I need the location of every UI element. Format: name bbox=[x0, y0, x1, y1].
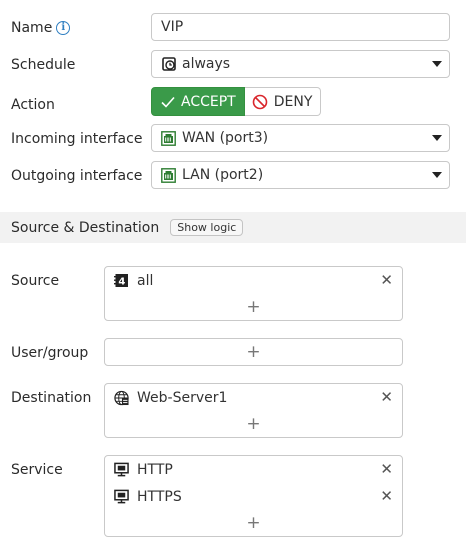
name-label: Name i bbox=[11, 19, 71, 37]
service-item: HTTP ✕ bbox=[105, 456, 402, 483]
chevron-down-icon bbox=[432, 135, 442, 141]
incoming-interface-label: Incoming interface bbox=[11, 131, 143, 147]
remove-icon[interactable]: ✕ bbox=[380, 390, 393, 405]
virtual-ip-icon bbox=[114, 390, 129, 405]
source-field: 4 all ✕ + bbox=[104, 266, 403, 321]
network-port-icon bbox=[161, 167, 176, 183]
outgoing-interface-select[interactable]: LAN (port2) bbox=[151, 161, 450, 189]
action-toggle: ACCEPT DENY bbox=[151, 87, 322, 116]
destination-label: Destination bbox=[11, 390, 92, 406]
source-item: 4 all ✕ bbox=[105, 267, 402, 294]
show-logic-button[interactable]: Show logic bbox=[170, 219, 244, 236]
service-icon bbox=[114, 462, 129, 477]
section-title: Source & Destination bbox=[11, 219, 160, 236]
service-item: HTTPS ✕ bbox=[105, 483, 402, 510]
svg-text:4: 4 bbox=[118, 277, 125, 288]
outgoing-interface-label: Outgoing interface bbox=[11, 168, 143, 184]
action-label: Action bbox=[11, 97, 55, 113]
add-service-button[interactable]: + bbox=[105, 510, 402, 536]
chevron-down-icon bbox=[432, 172, 442, 178]
address-icon: 4 bbox=[114, 273, 129, 288]
source-label: Source bbox=[11, 273, 60, 289]
deny-button[interactable]: DENY bbox=[244, 87, 322, 116]
schedule-label: Schedule bbox=[11, 57, 76, 73]
accept-button[interactable]: ACCEPT bbox=[151, 87, 245, 116]
service-field: HTTP ✕ HTTPS ✕ + bbox=[104, 455, 403, 537]
add-user-group-button[interactable]: + bbox=[105, 339, 402, 365]
remove-icon[interactable]: ✕ bbox=[380, 273, 393, 288]
clock-icon bbox=[161, 57, 176, 72]
remove-icon[interactable]: ✕ bbox=[380, 462, 393, 477]
info-icon[interactable]: i bbox=[56, 21, 71, 35]
destination-field: Web-Server1 ✕ + bbox=[104, 383, 403, 438]
deny-icon bbox=[252, 94, 268, 110]
destination-item: Web-Server1 ✕ bbox=[105, 384, 402, 411]
chevron-down-icon bbox=[432, 61, 442, 67]
name-input[interactable]: VIP bbox=[151, 13, 450, 41]
check-icon bbox=[161, 96, 175, 108]
service-icon bbox=[114, 489, 129, 504]
add-source-button[interactable]: + bbox=[105, 294, 402, 320]
source-destination-section-header: Source & Destination Show logic bbox=[0, 212, 466, 243]
remove-icon[interactable]: ✕ bbox=[380, 489, 393, 504]
schedule-select[interactable]: always bbox=[151, 50, 450, 78]
service-label: Service bbox=[11, 462, 63, 478]
network-port-icon bbox=[161, 130, 176, 146]
add-destination-button[interactable]: + bbox=[105, 411, 402, 437]
user-group-field: + bbox=[104, 338, 403, 366]
user-group-label: User/group bbox=[11, 345, 89, 361]
incoming-interface-select[interactable]: WAN (port3) bbox=[151, 124, 450, 152]
